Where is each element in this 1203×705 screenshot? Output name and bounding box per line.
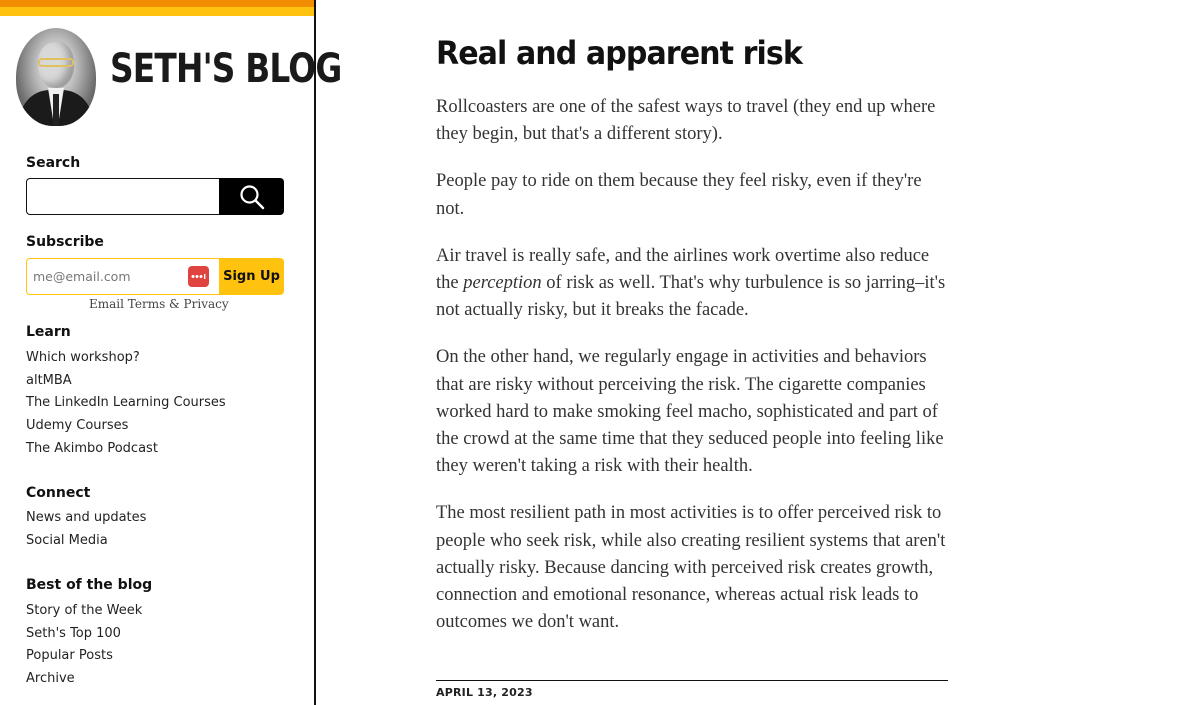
article-body: Rollcoasters are one of the safest ways …	[436, 94, 948, 636]
list-item: News and updates	[26, 506, 146, 529]
signup-button[interactable]: Sign Up	[219, 258, 284, 295]
post-date-link[interactable]: APRIL 13, 2023	[436, 686, 533, 699]
nav-link-udemy-courses[interactable]: Udemy Courses	[26, 418, 128, 433]
article-paragraph: The most resilient path in most activiti…	[436, 503, 946, 633]
email-field-wrapper	[26, 258, 219, 295]
learn-heading: Learn	[26, 324, 71, 340]
list-item: Story of the Week	[26, 599, 142, 622]
sidebar: SETH'S BLOG Search Subscribe me@email.co…	[0, 0, 342, 705]
subscribe-label: Subscribe	[26, 234, 104, 250]
connect-heading: Connect	[26, 485, 91, 501]
page: SETH'S BLOG Search Subscribe me@email.co…	[0, 0, 1203, 705]
nav-link-social-media[interactable]: Social Media	[26, 533, 108, 548]
nav-link-linkedin-courses[interactable]: The LinkedIn Learning Courses	[26, 395, 226, 410]
site-logo-link[interactable]: SETH'S BLOG	[16, 28, 342, 128]
magnifier-icon	[239, 184, 264, 209]
avatar-tie	[53, 94, 59, 126]
password-manager-icon[interactable]	[188, 266, 209, 287]
article-paragraph: On the other hand, we regularly engage i…	[436, 347, 944, 477]
list-item: Seth's Top 100	[26, 622, 142, 645]
nav-link-story-of-week[interactable]: Story of the Week	[26, 603, 142, 618]
nav-link-akimbo-podcast[interactable]: The Akimbo Podcast	[26, 441, 158, 456]
author-avatar	[16, 28, 96, 126]
nav-link-top-100[interactable]: Seth's Top 100	[26, 626, 121, 641]
search-button[interactable]	[219, 178, 284, 215]
email-input[interactable]	[27, 259, 189, 294]
search-input[interactable]	[26, 178, 219, 215]
list-item: Which workshop?	[26, 346, 226, 369]
nav-link-altmba[interactable]: altMBA	[26, 373, 72, 388]
article: Real and apparent risk Rollcoasters are …	[436, 30, 948, 656]
emphasized-text: perception	[463, 273, 542, 294]
list-item: Udemy Courses	[26, 414, 226, 437]
search-form	[26, 178, 284, 215]
email-terms-link[interactable]: Email Terms & Privacy	[89, 297, 229, 311]
site-title: SETH'S BLOG	[110, 46, 342, 92]
best-of-blog-heading: Best of the blog	[26, 577, 153, 593]
nav-link-which-workshop[interactable]: Which workshop?	[26, 350, 140, 365]
best-of-blog-nav: Story of the Week Seth's Top 100 Popular…	[26, 599, 142, 690]
nav-link-popular-posts[interactable]: Popular Posts	[26, 648, 113, 663]
list-item: Popular Posts	[26, 644, 142, 667]
header-stripe-yellow	[0, 7, 314, 16]
list-item: The Akimbo Podcast	[26, 437, 226, 460]
search-label: Search	[26, 155, 81, 171]
learn-nav: Which workshop? altMBA The LinkedIn Lear…	[26, 346, 226, 459]
nav-link-archive[interactable]: Archive	[26, 671, 75, 686]
connect-nav: News and updates Social Media	[26, 506, 146, 551]
list-item: Archive	[26, 667, 142, 690]
list-item: The LinkedIn Learning Courses	[26, 391, 226, 414]
list-item: Social Media	[26, 529, 146, 552]
list-item: altMBA	[26, 369, 226, 392]
subscribe-form: Sign Up	[26, 258, 284, 295]
avatar-glasses	[38, 58, 74, 67]
article-paragraph: People pay to ride on them because they …	[436, 171, 922, 219]
article-paragraph: Air travel is really safe, and the airli…	[436, 243, 948, 325]
article-paragraph: Rollcoasters are one of the safest ways …	[436, 97, 936, 145]
article-title: Real and apparent risk	[436, 34, 803, 72]
article-divider	[436, 680, 948, 681]
header-stripe-orange	[0, 0, 314, 7]
nav-link-news-updates[interactable]: News and updates	[26, 510, 146, 525]
